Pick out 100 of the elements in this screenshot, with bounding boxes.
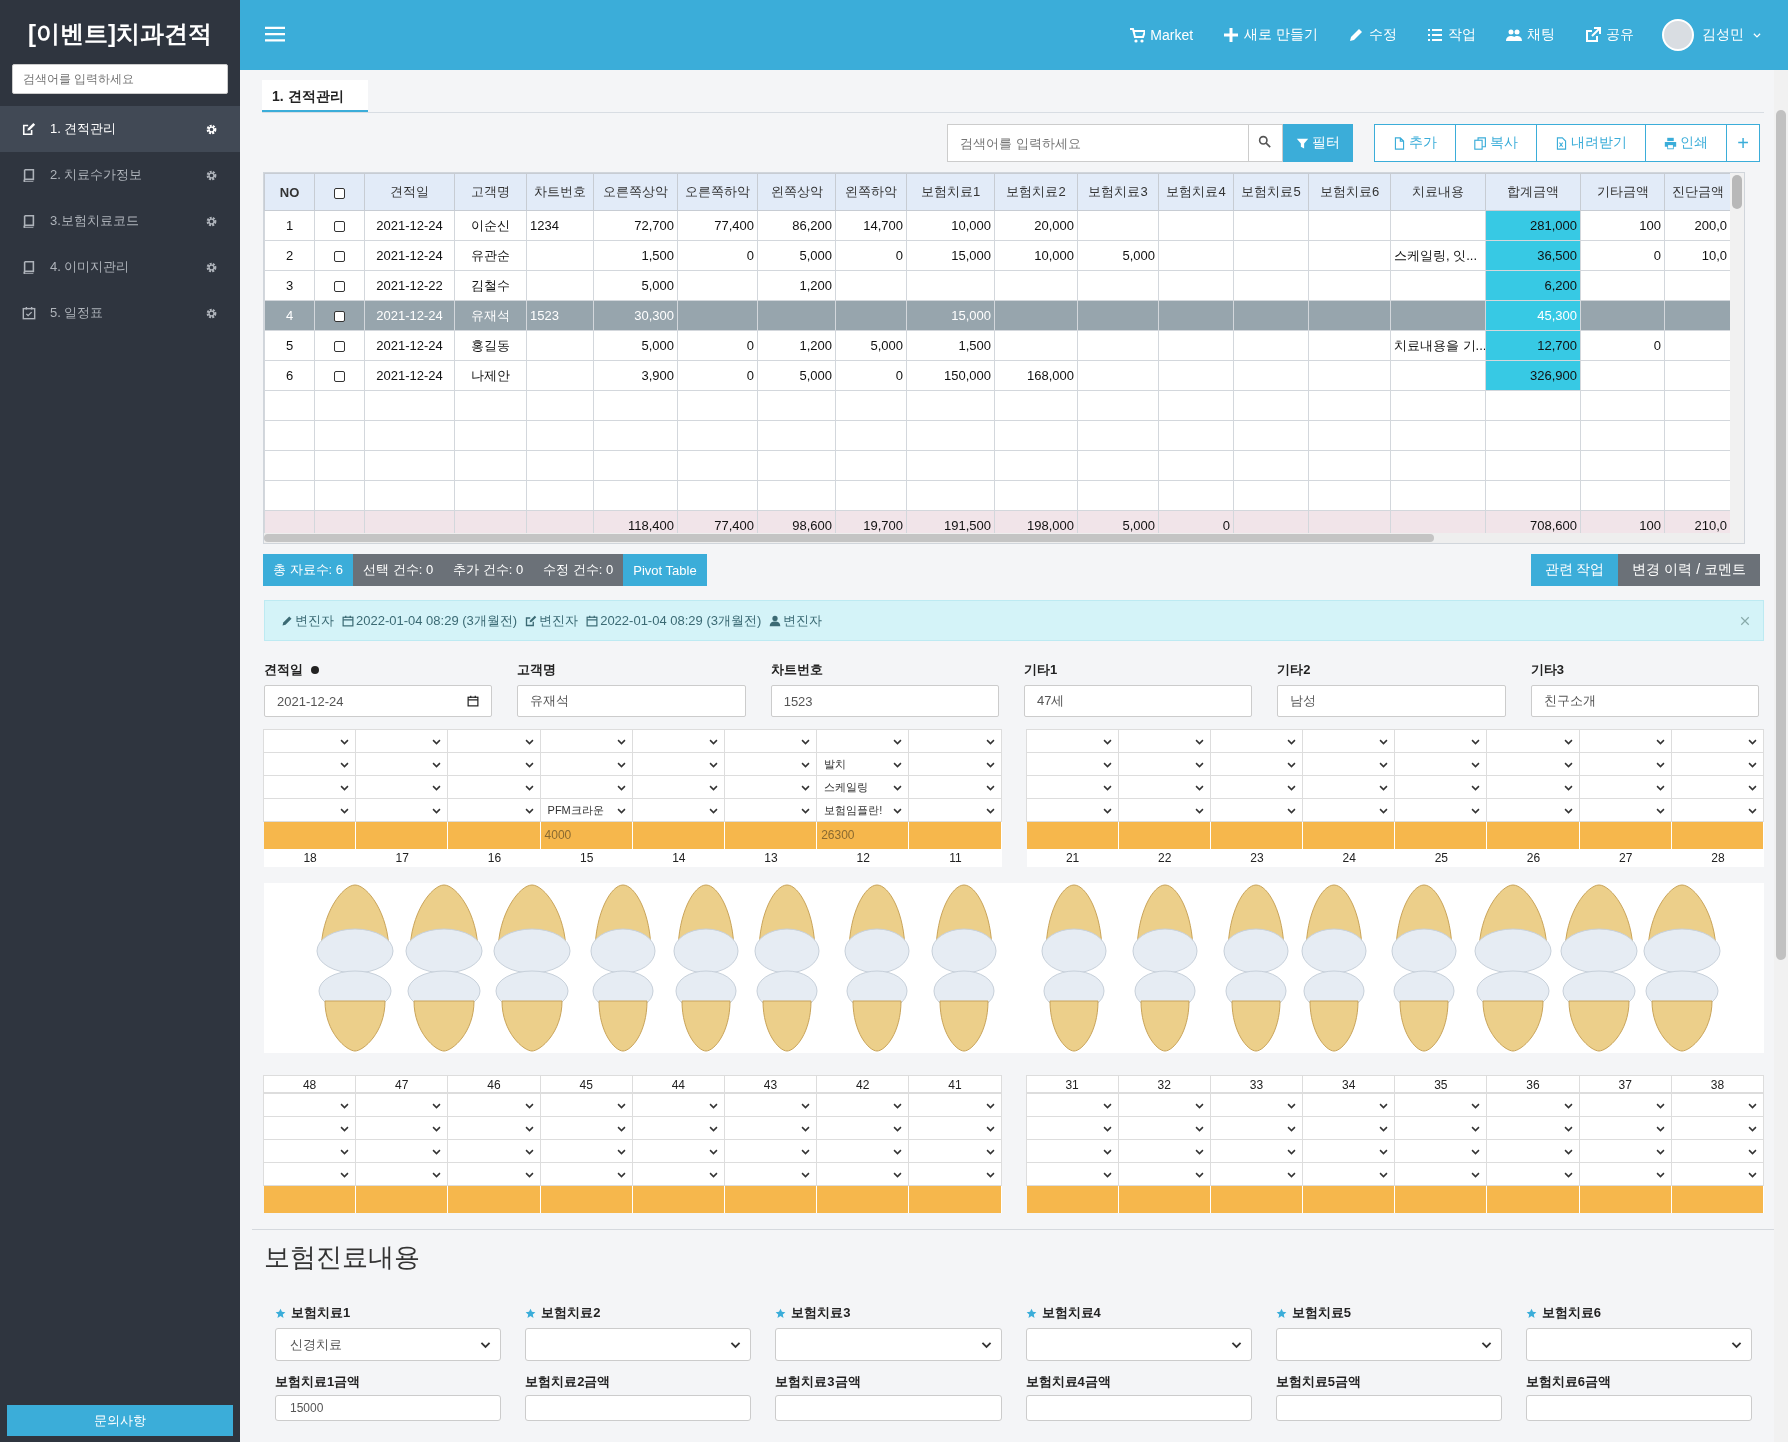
status-button[interactable]: 수정 건수: 0 [533,554,624,586]
amount-field[interactable] [1487,1186,1580,1213]
dropdown[interactable] [355,775,449,799]
dropdown[interactable] [539,1162,633,1186]
status-button[interactable]: 선택 건수: 0 [353,554,444,586]
column-header[interactable]: NO [264,173,315,211]
dropdown[interactable] [1578,752,1672,776]
column-header[interactable]: 합계금액 [1485,173,1581,211]
dropdown[interactable] [1302,1139,1396,1163]
dropdown[interactable] [631,729,725,753]
dropdown[interactable] [723,1139,818,1163]
dropdown[interactable] [355,798,449,822]
dropdown[interactable] [263,729,357,753]
dropdown[interactable] [1578,1139,1672,1163]
dropdown[interactable] [908,1116,1002,1140]
dropdown[interactable] [1486,1139,1580,1163]
dropdown[interactable]: 보험임플란! [816,798,910,822]
dropdown[interactable] [1209,729,1304,753]
dropdown[interactable] [1302,752,1396,776]
text-field[interactable] [525,1395,752,1421]
dropdown[interactable] [1025,1139,1119,1163]
amount-field[interactable] [632,1186,725,1213]
text-field[interactable] [1525,1395,1752,1421]
sidebar-item[interactable]: 3.보험치료코드 [0,198,240,244]
dropdown[interactable] [816,1116,910,1140]
dropdown[interactable] [1209,775,1304,799]
amount-field[interactable] [1395,822,1488,849]
sidebar-item[interactable]: 2. 치료수가정보 [0,152,240,198]
dropdown[interactable] [908,729,1002,753]
action-button[interactable]: 변경 이력 / 코멘트 [1618,554,1760,586]
search-button[interactable] [1249,124,1284,162]
text-field[interactable] [1275,1395,1502,1421]
dropdown[interactable] [908,752,1002,776]
dropdown[interactable] [1025,798,1119,822]
dropdown[interactable] [1486,729,1580,753]
search-field[interactable]: 검색어를 입력하세요 [12,64,228,94]
dropdown[interactable] [447,729,541,753]
amount-field[interactable] [724,1186,818,1213]
checkbox[interactable] [334,311,345,323]
amount-field[interactable] [540,1186,633,1213]
dropdown[interactable] [263,1139,357,1163]
dropdown[interactable] [1117,798,1211,822]
dropdown[interactable] [631,1162,725,1186]
dropdown[interactable]: 스케일링 [816,775,910,799]
dropdown[interactable] [1578,1116,1672,1140]
dropdown[interactable] [1209,1162,1304,1186]
amount-field[interactable] [1303,1186,1396,1213]
dropdown[interactable] [1025,1328,1252,1361]
dropdown[interactable] [447,1139,541,1163]
dropdown[interactable] [908,1093,1002,1117]
column-header[interactable]: 보험치료6 [1308,173,1391,211]
dropdown[interactable] [1394,1093,1488,1117]
amount-field[interactable] [448,822,541,849]
checkbox[interactable] [334,371,345,383]
dropdown[interactable] [263,1093,357,1117]
dropdown[interactable] [631,1139,725,1163]
dropdown[interactable] [355,752,449,776]
dropdown[interactable] [723,775,818,799]
dropdown[interactable] [355,1093,449,1117]
dropdown[interactable] [723,1093,818,1117]
text-field[interactable]: 1523 [770,685,999,717]
dropdown[interactable] [1209,1116,1304,1140]
dropdown[interactable] [1394,729,1488,753]
checkbox[interactable] [334,341,345,353]
amount-field[interactable] [1487,822,1580,849]
amount-field[interactable] [264,822,357,849]
dropdown[interactable] [1578,729,1672,753]
dropdown[interactable]: 발치 [816,752,910,776]
dropdown[interactable] [723,1116,818,1140]
horizontal-scrollbar[interactable] [264,533,1730,543]
dropdown[interactable] [908,1139,1002,1163]
column-header[interactable]: 견적일 [364,173,455,211]
checkbox[interactable] [334,251,345,263]
dropdown[interactable] [525,1328,752,1361]
dropdown[interactable] [631,775,725,799]
tab[interactable]: 1. 견적관리 [262,80,368,112]
text-field[interactable]: 남성 [1277,685,1506,717]
dropdown[interactable] [631,798,725,822]
amount-field[interactable] [356,822,449,849]
dropdown[interactable] [263,752,357,776]
text-field[interactable] [775,1395,1002,1421]
column-header[interactable]: 차트번호 [526,173,594,211]
dropdown[interactable] [1670,1093,1764,1117]
dropdown[interactable] [1525,1328,1752,1361]
dropdown[interactable] [1670,798,1764,822]
dropdown[interactable] [1025,1162,1119,1186]
dropdown[interactable] [631,752,725,776]
amount-field[interactable] [1303,822,1396,849]
dropdown[interactable] [1394,1139,1488,1163]
dropdown[interactable] [1670,775,1764,799]
column-header[interactable]: 고객명 [454,173,527,211]
text-field[interactable]: 친구소개 [1530,685,1759,717]
dropdown[interactable] [1025,1093,1119,1117]
sidebar-item[interactable]: 5. 일정표 [0,290,240,336]
amount-field[interactable] [1118,1186,1211,1213]
dropdown[interactable] [355,729,449,753]
dropdown[interactable] [355,1116,449,1140]
dropdown[interactable] [1117,1116,1211,1140]
dropdown[interactable] [1394,752,1488,776]
amount-field[interactable] [356,1186,449,1213]
